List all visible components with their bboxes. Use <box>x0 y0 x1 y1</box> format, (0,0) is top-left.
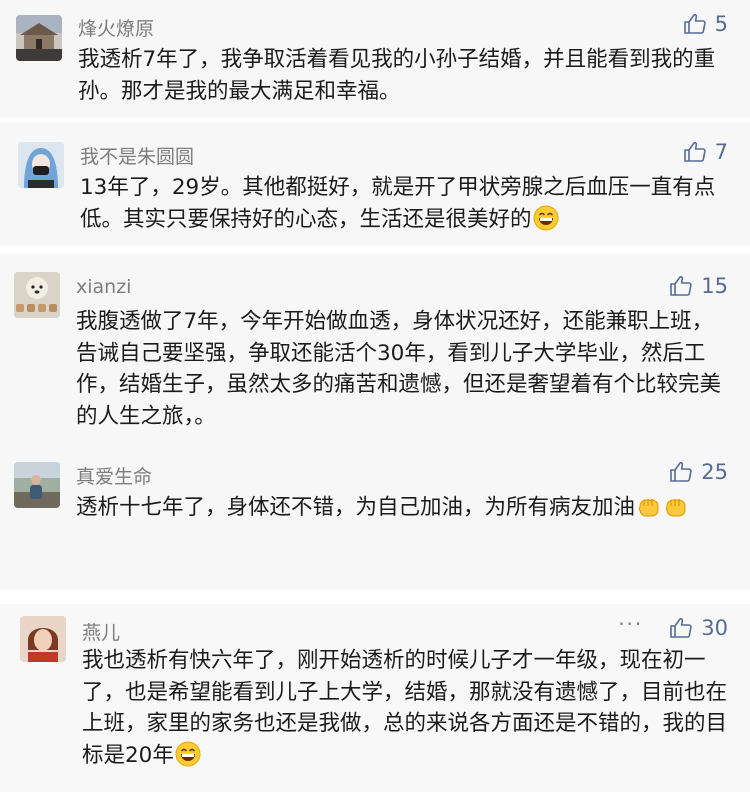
avatar[interactable] <box>18 142 64 188</box>
commenter-name[interactable]: 燕儿 <box>82 618 120 645</box>
avatar[interactable] <box>16 15 62 61</box>
comment-card: 烽火燎原 5 我透析7年了，我争取活着看见我的小孙子结婚，并且能看到我的重孙。那… <box>0 0 750 118</box>
grin-emoji-icon <box>175 741 201 767</box>
comment-text: 13年了，29岁。其他都挺好，就是开了甲状旁腺之后血压一直有点低。其实只要保持好… <box>80 175 716 232</box>
raised-fist-emoji-icon <box>636 493 662 519</box>
woman-portrait-photo-icon <box>20 616 66 662</box>
comment-text: 我腹透做了7年，今年开始做血透，身体状况还好，还能兼职上班，告诫自己要坚强，争取… <box>76 309 722 429</box>
building-landscape-photo-icon <box>16 15 62 61</box>
like-button[interactable]: 15 <box>669 274 728 298</box>
comment-text: 我也透析有快六年了，刚开始透析的时候儿子才一年级，现在初一了，也是希望能看到儿子… <box>82 648 728 768</box>
like-count: 7 <box>714 140 728 164</box>
comment-text: 透析十七年了，身体还不错，为自己加油，为所有病友加油 <box>76 492 728 524</box>
like-button[interactable]: ··· 30 <box>618 612 728 640</box>
commenter-name[interactable]: 真爱生命 <box>76 462 152 489</box>
avatar[interactable] <box>20 616 66 662</box>
raised-fist-emoji-icon <box>663 493 689 519</box>
thumbs-up-icon <box>683 140 707 164</box>
more-options-button[interactable]: ··· <box>618 612 643 636</box>
dog-photo-icon <box>14 272 60 318</box>
person-outdoor-photo-icon <box>14 462 60 508</box>
comment-card: 我不是朱圆圆 7 13年了，29岁。其他都挺好，就是开了甲状旁腺之后血压一直有点… <box>0 118 750 246</box>
like-count: 25 <box>701 460 728 484</box>
masked-person-illustration-icon <box>18 142 64 188</box>
like-button[interactable]: 5 <box>683 12 728 36</box>
comment-card: xianzi 15 我腹透做了7年，今年开始做血透，身体状况还好，还能兼职上班，… <box>0 250 750 450</box>
commenter-name[interactable]: xianzi <box>76 276 131 298</box>
thumbs-up-icon <box>669 616 693 640</box>
like-count: 5 <box>714 12 728 36</box>
like-count: 15 <box>701 274 728 298</box>
comment-card: 真爱生命 25 透析十七年了，身体还不错，为自己加油，为所有病友加油 <box>0 450 750 590</box>
commenter-name[interactable]: 烽火燎原 <box>78 14 154 41</box>
like-button[interactable]: 25 <box>669 460 728 484</box>
thumbs-up-icon <box>669 274 693 298</box>
like-count: 30 <box>701 616 728 640</box>
commenter-name[interactable]: 我不是朱圆圆 <box>80 142 194 169</box>
grin-emoji-icon <box>533 205 559 231</box>
thumbs-up-icon <box>669 460 693 484</box>
thumbs-up-icon <box>683 12 707 36</box>
avatar[interactable] <box>14 272 60 318</box>
comment-text: 我透析7年了，我争取活着看见我的小孙子结婚，并且能看到我的重孙。那才是我的最大满… <box>78 47 716 104</box>
like-button[interactable]: 7 <box>683 140 728 164</box>
avatar[interactable] <box>14 462 60 508</box>
comment-card: 燕儿 ··· 30 我也透析有快六年了，刚开始透析的时候儿子才一年级，现在初一了… <box>0 604 750 792</box>
